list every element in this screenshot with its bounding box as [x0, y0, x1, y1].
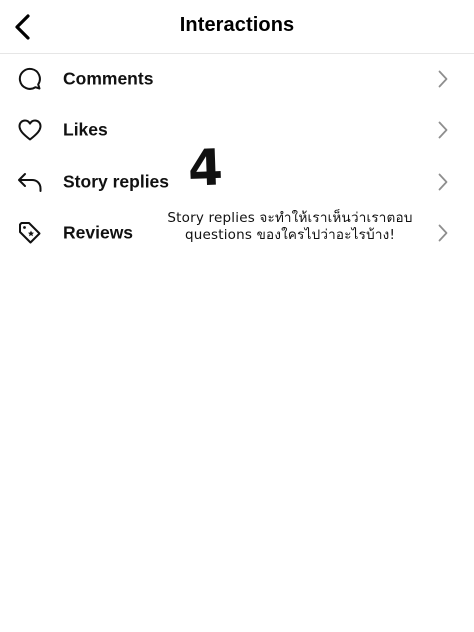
comment-bubble-icon [17, 66, 43, 92]
list-item-label: Comments [63, 68, 154, 89]
heart-icon [17, 117, 43, 143]
reply-arrow-icon [17, 169, 43, 195]
page-title: Interactions [179, 14, 295, 36]
chevron-right-icon [436, 172, 450, 192]
list-item-label: Reviews [63, 222, 134, 243]
chevron-right-icon [436, 120, 450, 140]
annotation-text: Story replies จะทำให้เราเห็นว่าเราตอบ qu… [167, 210, 413, 243]
list-item-comments[interactable]: Comments [0, 53, 474, 105]
list-item-likes[interactable]: Likes [0, 105, 474, 157]
list-item-label: Likes [63, 119, 108, 140]
tag-star-icon [17, 220, 43, 246]
annotation-number: 4 [186, 138, 224, 198]
chevron-right-icon [436, 223, 450, 243]
chevron-right-icon [436, 69, 450, 89]
list-item-story-replies[interactable]: Story replies [0, 156, 474, 208]
list-item-label: Story replies [63, 171, 170, 192]
header-bar: Interactions [0, 0, 474, 54]
